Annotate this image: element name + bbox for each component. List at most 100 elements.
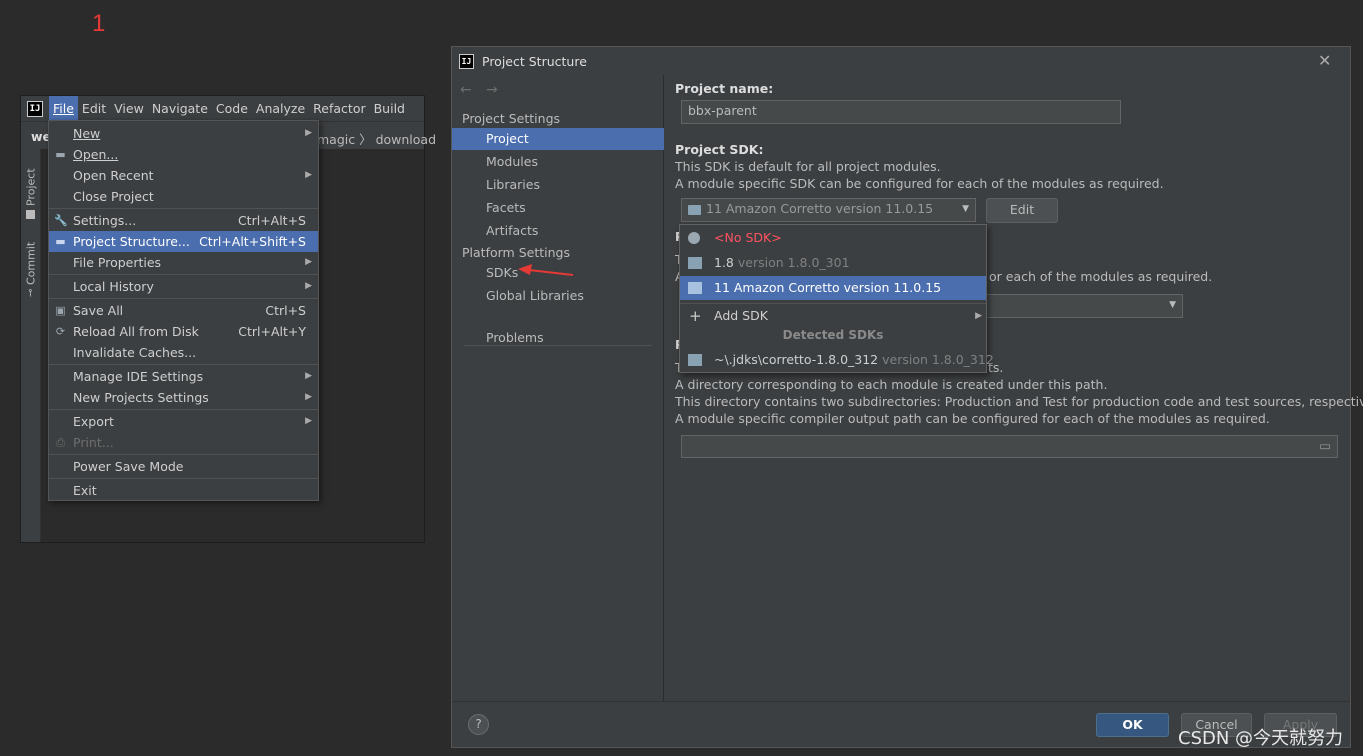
menu-item-new[interactable]: New ▶ [49, 123, 318, 144]
menu-code[interactable]: Code [212, 96, 252, 121]
menu-build[interactable]: Build [370, 96, 409, 121]
section-platform-settings: Platform Settings [462, 245, 570, 260]
sidebar-item-modules[interactable]: Modules [452, 151, 664, 173]
output-desc-3: A module specific compiler output path c… [675, 411, 1270, 426]
menu-view[interactable]: View [110, 96, 148, 121]
forward-arrow-icon[interactable]: → [486, 82, 498, 98]
project-structure-icon: ▬ [55, 235, 66, 248]
menu-item-open-recent[interactable]: Open Recent ▶ [49, 165, 318, 186]
menu-item-local-history[interactable]: Local History ▶ [49, 276, 318, 297]
language-level-combobox[interactable]: ▼ [983, 294, 1183, 318]
printer-icon: ⎙ [56, 436, 65, 449]
folder-icon [26, 210, 36, 219]
sdk-folder-icon [688, 257, 702, 269]
sidebar-item-problems[interactable]: Problems [452, 327, 664, 349]
menu-item-new-projects-settings[interactable]: New Projects Settings ▶ [49, 387, 318, 408]
sidebar-item-artifacts[interactable]: Artifacts [452, 220, 664, 242]
submenu-arrow-icon: ▶ [305, 416, 312, 426]
menu-item-save-all[interactable]: ▣ Save All Ctrl+S [49, 300, 318, 321]
menu-analyze[interactable]: Analyze [252, 96, 309, 121]
help-button[interactable]: ? [468, 714, 489, 735]
annotation-arrow-icon [518, 264, 574, 276]
browse-folder-icon[interactable]: ▭ [1319, 436, 1331, 456]
submenu-arrow-icon: ▶ [305, 128, 312, 138]
commit-icon: ⊸ [25, 288, 37, 297]
submenu-arrow-icon: ▶ [305, 170, 312, 180]
menu-item-project-structure[interactable]: ▬ Project Structure... Ctrl+Alt+Shift+S [49, 231, 318, 252]
menu-edit[interactable]: Edit [78, 96, 110, 121]
dialog-sidebar: ← → Project Settings Project Modules Lib… [452, 75, 664, 701]
intellij-logo-icon: IJ [27, 100, 43, 117]
ok-button[interactable]: OK [1096, 713, 1169, 737]
chevron-down-icon: ▼ [1169, 300, 1176, 310]
project-sdk-label: Project SDK: [675, 142, 764, 157]
wrench-icon: 🔧 [54, 214, 68, 227]
menu-file[interactable]: File [49, 96, 78, 121]
sdk-description-1: This SDK is default for all project modu… [675, 159, 941, 174]
tool-tab-commit[interactable]: ⊸ Commit [22, 233, 40, 297]
watermark: CSDN @今天就努力 [1178, 728, 1344, 749]
menu-item-file-properties[interactable]: File Properties ▶ [49, 252, 318, 273]
output-desc-1: A directory corresponding to each module… [675, 377, 1108, 392]
plus-icon: + [689, 307, 702, 325]
project-settings-panel: Project name: bbx-parent Project SDK: Th… [665, 75, 1363, 701]
add-sdk-menu[interactable]: + Add SDK ▶ [680, 304, 986, 328]
breadcrumb[interactable]: magic 〉 download [317, 129, 436, 148]
menu-item-exit[interactable]: Exit [49, 480, 318, 501]
sidebar-item-libraries[interactable]: Libraries [452, 174, 664, 196]
menu-item-invalidate-caches[interactable]: Invalidate Caches... [49, 342, 318, 363]
menu-item-settings[interactable]: 🔧 Settings... Ctrl+Alt+S [49, 210, 318, 231]
menu-item-open[interactable]: ▬ Open... [49, 144, 318, 165]
sdk-description-2: A module specific SDK can be configured … [675, 176, 1164, 191]
tool-tab-project[interactable]: Project [22, 159, 40, 219]
language-desc-tail: or each of the modules as required. [989, 269, 1213, 284]
dialog-titlebar: IJ Project Structure ✕ [452, 47, 1350, 75]
sdk-option-no-sdk[interactable]: <No SDK> [680, 226, 986, 250]
menu-item-power-save-mode[interactable]: Power Save Mode [49, 456, 318, 477]
intellij-logo-icon: IJ [459, 54, 474, 69]
menu-item-print: ⎙ Print... [49, 432, 318, 453]
sidebar-item-facets[interactable]: Facets [452, 197, 664, 219]
dialog-title: Project Structure [482, 54, 587, 69]
annotation-number-1: 1 [92, 10, 106, 37]
project-name-input[interactable]: bbx-parent [681, 100, 1121, 124]
menu-item-close-project[interactable]: Close Project [49, 186, 318, 207]
project-structure-dialog: IJ Project Structure ✕ ← → Project Setti… [451, 46, 1363, 748]
submenu-arrow-icon: ▶ [305, 392, 312, 402]
left-tool-strip: Project ⊸ Commit [21, 149, 41, 542]
refresh-icon: ⟳ [55, 325, 66, 338]
save-icon: ▣ [55, 304, 66, 317]
sdk-folder-icon [688, 204, 701, 215]
close-icon[interactable]: ✕ [1318, 51, 1331, 70]
detected-sdk-corretto-1-8[interactable]: ~\.jdks\corretto-1.8.0_312 version 1.8.0… [680, 348, 994, 372]
section-project-settings: Project Settings [462, 111, 561, 126]
sdk-option-1-8[interactable]: 1.8 version 1.8.0_301 [680, 251, 986, 275]
submenu-arrow-icon: ▶ [305, 371, 312, 381]
menu-refactor[interactable]: Refactor [309, 96, 369, 121]
project-sdk-combobox[interactable]: 11 Amazon Corretto version 11.0.15 ▼ [681, 198, 976, 222]
sdk-folder-icon [688, 282, 702, 294]
menu-navigate[interactable]: Navigate [148, 96, 212, 121]
chevron-down-icon: ▼ [962, 204, 969, 214]
detected-sdks-header: Detected SDKs [782, 328, 884, 342]
menu-item-reload-all[interactable]: ⟳ Reload All from Disk Ctrl+Alt+Y [49, 321, 318, 342]
project-name-label: Project name: [675, 81, 774, 96]
add-sdk-folder-icon [688, 354, 702, 366]
sdk-dropdown-popup: <No SDK> 1.8 version 1.8.0_301 11 Amazon… [679, 224, 994, 373]
folder-open-icon: ▬ [55, 148, 66, 161]
menu-item-manage-ide-settings[interactable]: Manage IDE Settings ▶ [49, 366, 318, 387]
sidebar-item-global-libraries[interactable]: Global Libraries [452, 285, 664, 307]
submenu-arrow-icon: ▶ [305, 281, 312, 291]
edit-sdk-button[interactable]: Edit [986, 198, 1058, 223]
sdk-option-11-corretto[interactable]: 11 Amazon Corretto version 11.0.15 [680, 276, 986, 300]
output-desc-2: This directory contains two subdirectori… [675, 394, 1363, 409]
back-arrow-icon[interactable]: ← [460, 82, 472, 98]
file-menu-dropdown: New ▶ ▬ Open... Open Recent ▶ Close Project… [48, 120, 319, 501]
submenu-arrow-icon: ▶ [975, 311, 982, 321]
compiler-output-input[interactable]: ▭ [681, 435, 1338, 458]
main-menubar: IJ File Edit View Navigate Code Analyze … [21, 96, 424, 121]
sidebar-item-project[interactable]: Project [452, 128, 664, 150]
menu-item-export[interactable]: Export ▶ [49, 411, 318, 432]
globe-icon [688, 232, 700, 244]
submenu-arrow-icon: ▶ [305, 257, 312, 267]
